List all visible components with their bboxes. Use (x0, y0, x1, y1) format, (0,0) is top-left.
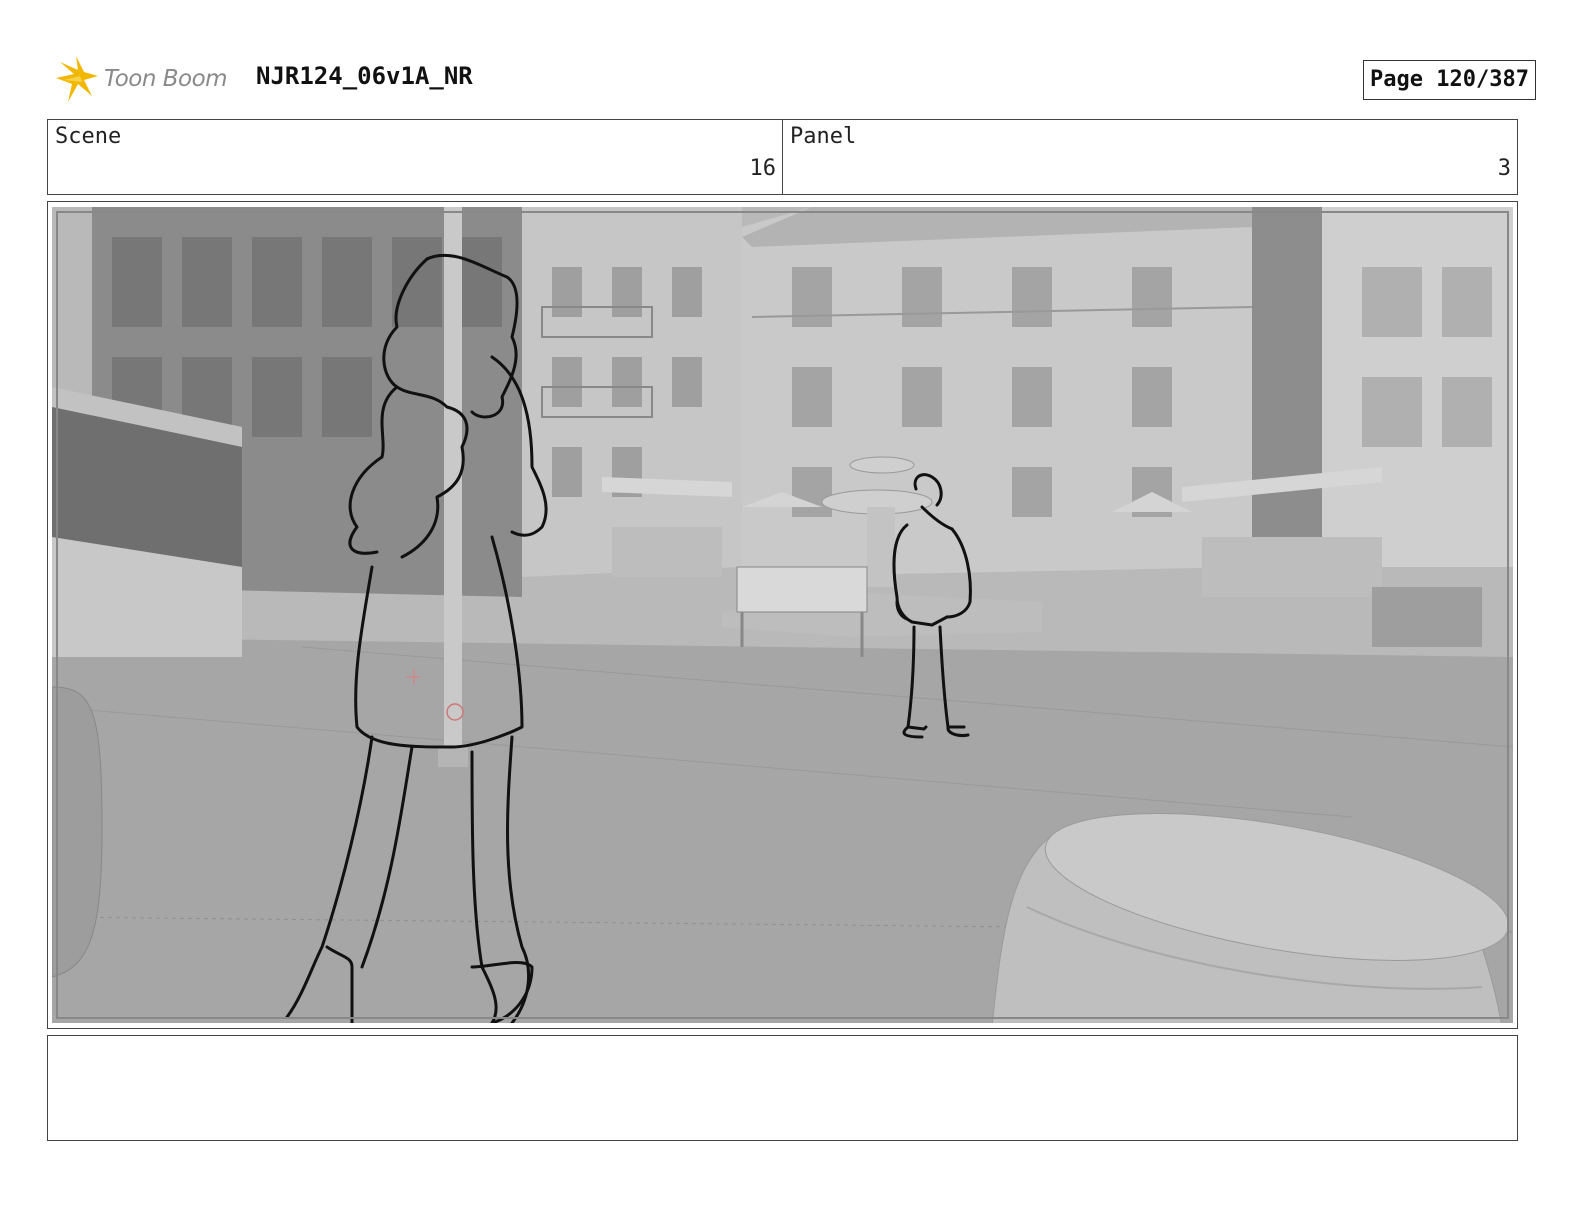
scene-cell: Scene 16 (48, 120, 782, 194)
scene-value: 16 (749, 156, 777, 181)
panel-label: Panel (790, 124, 857, 149)
project-title: NJR124_06v1A_NR (256, 62, 473, 90)
toon-boom-burst-icon (56, 56, 98, 102)
panel-notes (47, 1035, 1518, 1141)
town-square-sketch (52, 207, 1513, 1023)
scene-panel-info: Scene 16 Panel 3 (47, 119, 1518, 195)
scene-label: Scene (55, 124, 122, 149)
panel-drawing (52, 207, 1513, 1023)
panel-cell: Panel 3 (782, 120, 1517, 194)
logo-text: Toon Boom (104, 66, 228, 92)
storyboard-panel (47, 201, 1518, 1029)
header: Toon Boom NJR124_06v1A_NR Page 120/387 (52, 56, 1536, 104)
toon-boom-logo: Toon Boom (52, 56, 242, 104)
page-number: Page 120/387 (1363, 60, 1536, 100)
panel-value: 3 (1497, 156, 1511, 181)
